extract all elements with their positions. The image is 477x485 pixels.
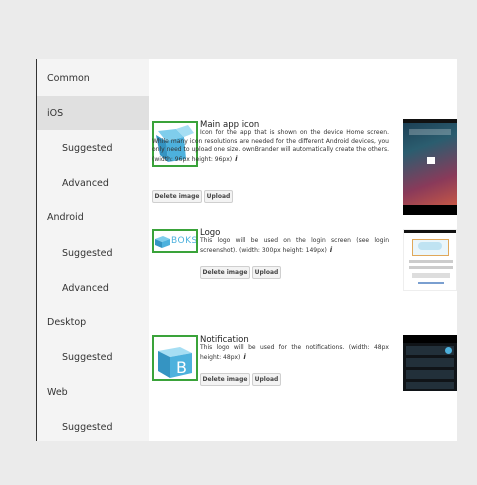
- sidebar-item-web[interactable]: Web: [37, 375, 150, 409]
- notification-delete-button[interactable]: Delete image: [200, 373, 250, 386]
- notification-thumbnail: B: [152, 335, 198, 381]
- main-app-icon-upload-button[interactable]: Upload: [204, 190, 233, 203]
- sidebar-item-label: iOS: [47, 107, 64, 119]
- sidebar-item-label: Android: [47, 211, 84, 223]
- notification-screenshot: [403, 335, 457, 391]
- sidebar-item-ios-suggested[interactable]: Suggested: [37, 131, 150, 165]
- sidebar-item-label: Common: [47, 72, 90, 84]
- sidebar-item-ios[interactable]: iOS: [37, 96, 150, 130]
- branding-content: Main app icon Icon for the app that is s…: [149, 59, 457, 441]
- sidebar-item-label: Suggested: [62, 351, 113, 363]
- cloud-icon: [418, 242, 442, 250]
- sidebar-item-label: Advanced: [62, 282, 109, 294]
- box-b-icon: B: [158, 347, 192, 378]
- login-screenshot: [403, 229, 457, 291]
- logo-description: This logo will be used on the login scre…: [200, 237, 389, 254]
- platform-sidebar: Common iOS Suggested Advanced Android Su…: [36, 59, 150, 441]
- logo-thumbnail: BOKS: [152, 229, 198, 253]
- sidebar-item-web-suggested[interactable]: Suggested: [37, 410, 150, 441]
- sidebar-item-android-suggested[interactable]: Suggested: [37, 236, 150, 270]
- sidebar-item-desktop[interactable]: Desktop: [37, 305, 150, 339]
- info-icon[interactable]: i: [330, 246, 332, 254]
- sidebar-item-label: Suggested: [62, 421, 113, 433]
- main-app-icon-delete-button[interactable]: Delete image: [152, 190, 202, 203]
- notification-badge-icon: [445, 347, 452, 354]
- sidebar-item-label: Suggested: [62, 142, 113, 154]
- notification-upload-button[interactable]: Upload: [252, 373, 281, 386]
- svg-text:B: B: [176, 358, 187, 377]
- app-icon-preview: [427, 157, 435, 164]
- info-icon[interactable]: i: [243, 353, 245, 361]
- sidebar-item-android-advanced[interactable]: Advanced: [37, 271, 150, 305]
- main-app-icon-description: Icon for the app that is shown on the de…: [152, 129, 389, 164]
- sidebar-item-android[interactable]: Android: [37, 200, 150, 234]
- info-icon[interactable]: i: [235, 155, 237, 163]
- sidebar-item-common[interactable]: Common: [37, 61, 150, 95]
- notification-description: This logo will be used for the notificat…: [200, 344, 389, 361]
- sidebar-item-desktop-suggested[interactable]: Suggested: [37, 340, 150, 374]
- sidebar-item-label: Advanced: [62, 177, 109, 189]
- android-home-screenshot: [403, 119, 457, 215]
- sidebar-item-label: Web: [47, 386, 68, 398]
- settings-panel: Common iOS Suggested Advanced Android Su…: [36, 59, 457, 441]
- logo-delete-button[interactable]: Delete image: [200, 266, 250, 279]
- sidebar-item-label: Suggested: [62, 247, 113, 259]
- sidebar-item-label: Desktop: [47, 316, 87, 328]
- logo-upload-button[interactable]: Upload: [252, 266, 281, 279]
- logo-text: BOKS: [171, 236, 198, 246]
- box-icon: [155, 236, 170, 248]
- sidebar-item-ios-advanced[interactable]: Advanced: [37, 166, 150, 200]
